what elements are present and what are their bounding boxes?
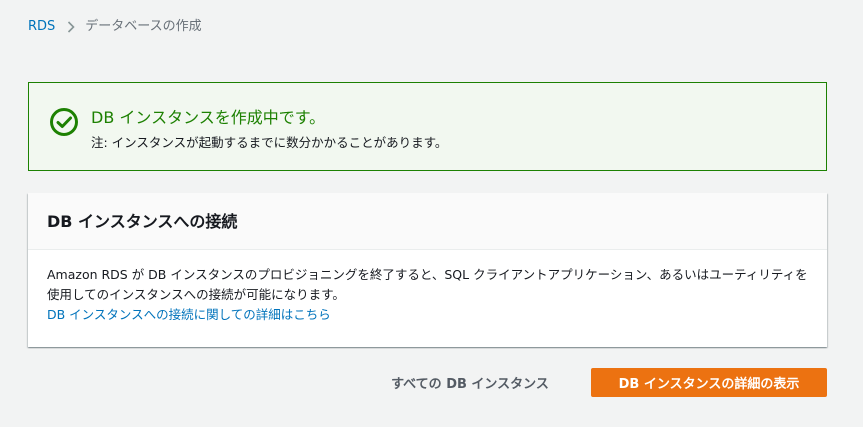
breadcrumb: RDS データベースの作成 — [28, 17, 202, 37]
flash-title: DB インスタンスを作成中です。 — [91, 108, 326, 127]
chevron-right-icon — [67, 21, 75, 33]
view-instance-details-button[interactable]: DB インスタンスの詳細の表示 — [591, 368, 827, 397]
panel-description: Amazon RDS が DB インスタンスのプロビジョニングを終了すると、SQ… — [47, 267, 808, 302]
success-flash: DB インスタンスを作成中です。 注: インスタンスが起動するまでに数分かかるこ… — [28, 82, 827, 171]
page: RDS データベースの作成 DB インスタンスを作成中です。 注: インスタンス… — [0, 0, 863, 427]
panel-title: DB インスタンスへの接続 — [47, 212, 238, 231]
all-instances-button[interactable]: すべての DB インスタンス — [372, 368, 568, 397]
breadcrumb-rds-link[interactable]: RDS — [28, 17, 55, 37]
connect-panel: DB インスタンスへの接続 Amazon RDS が DB インスタンスのプロビ… — [28, 193, 827, 347]
panel-body: Amazon RDS が DB インスタンスのプロビジョニングを終了すると、SQ… — [47, 265, 812, 325]
panel-header: DB インスタンスへの接続 — [28, 193, 827, 250]
check-circle-icon — [49, 107, 79, 137]
connect-details-link[interactable]: DB インスタンスへの接続に関しての詳細はこちら — [47, 305, 812, 325]
breadcrumb-current: データベースの作成 — [85, 19, 202, 34]
flash-note: 注: インスタンスが起動するまでに数分かかることがあります。 — [91, 135, 448, 150]
